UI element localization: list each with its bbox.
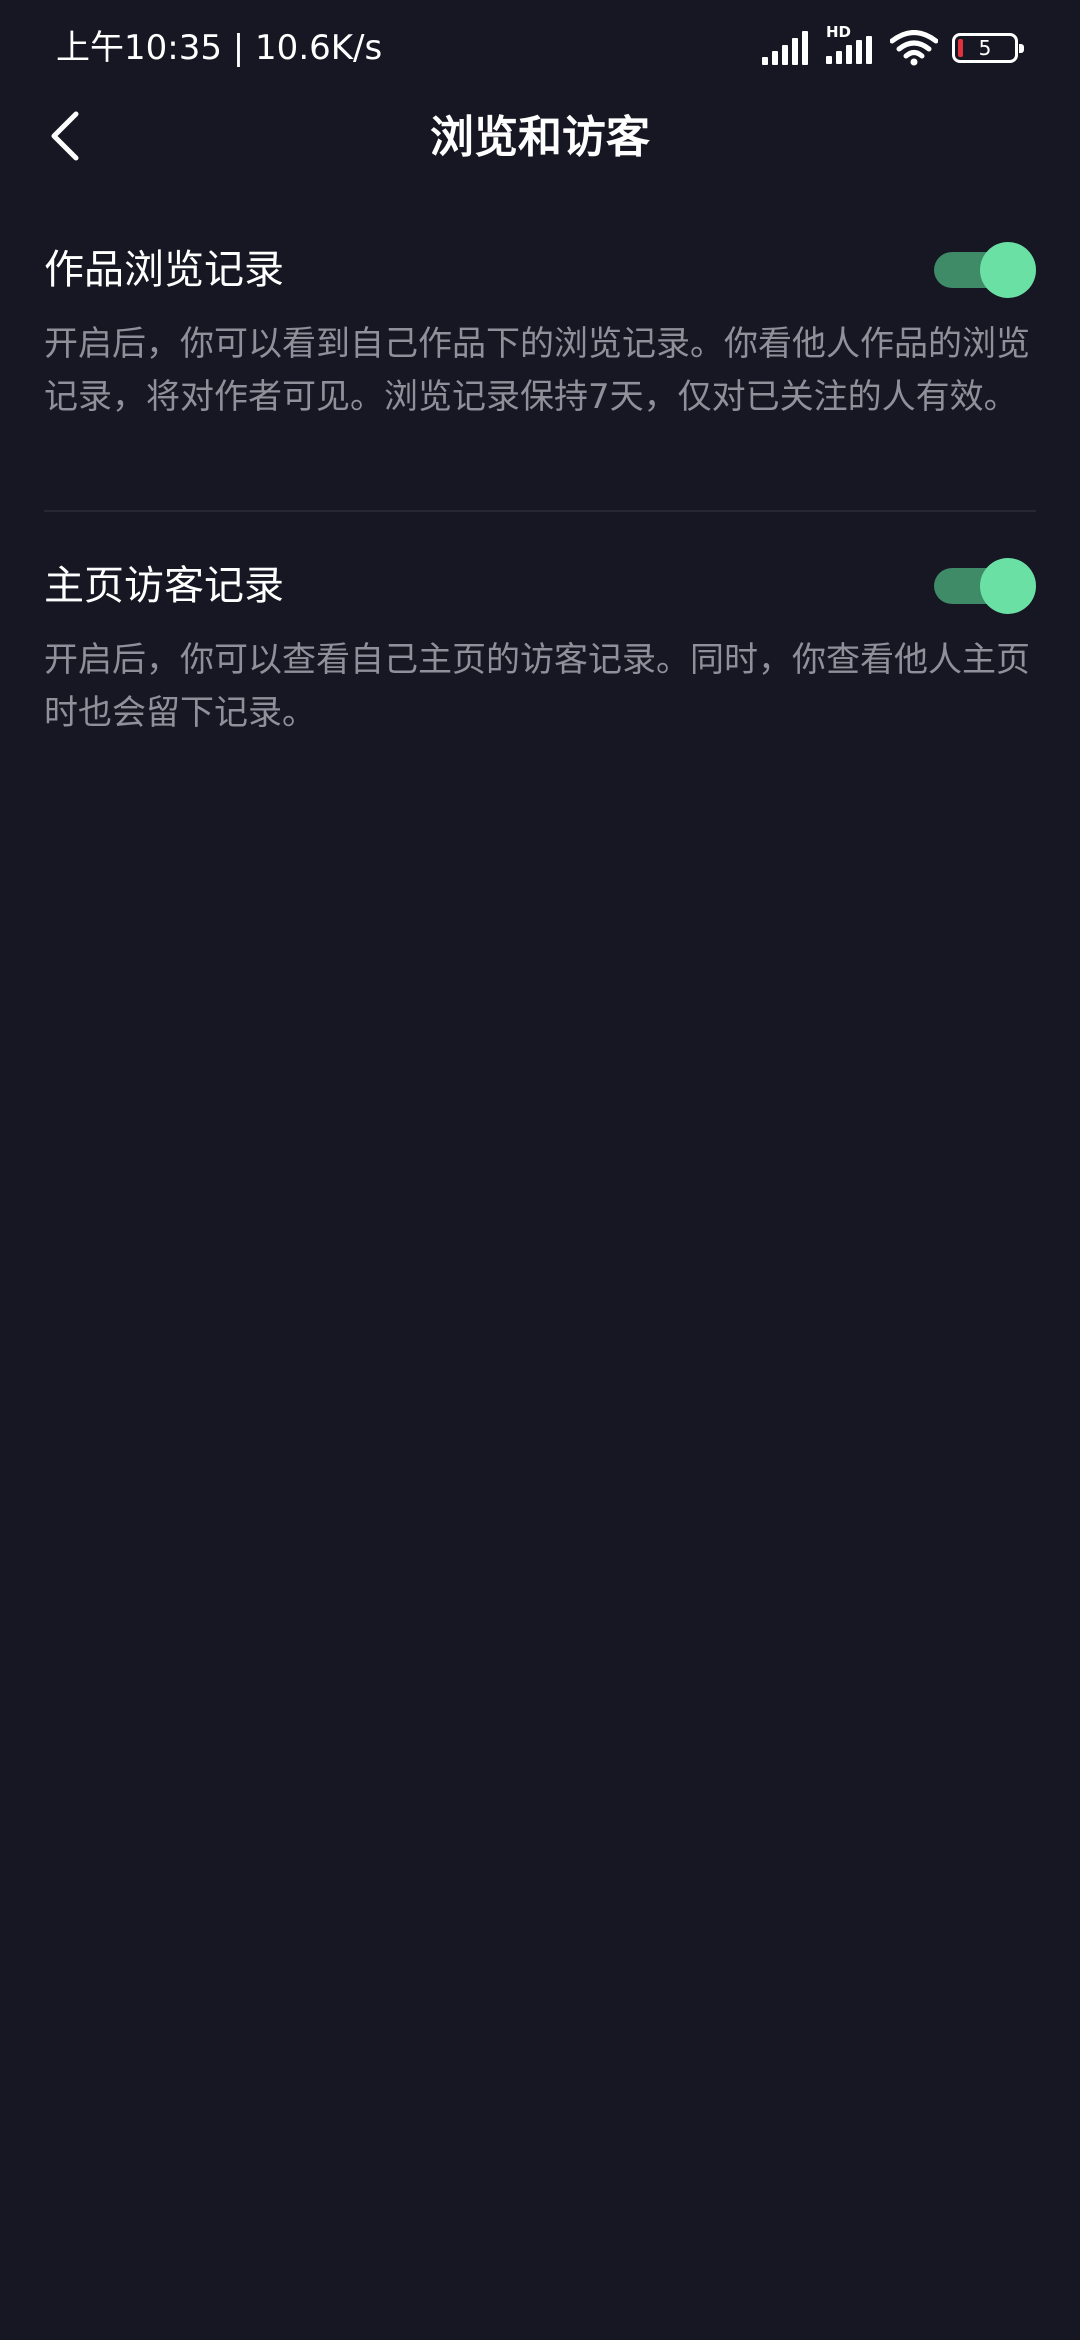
- status-time-speed: 上午10:35 | 10.6K/s: [56, 28, 383, 68]
- setting-work-view-history: 作品浏览记录 开启后，你可以看到自己作品下的浏览记录。你看他人作品的浏览记录，将…: [44, 238, 1036, 424]
- setting-row: 作品浏览记录: [44, 238, 1036, 302]
- setting-description: 开启后，你可以看到自己作品下的浏览记录。你看他人作品的浏览记录，将对作者可见。浏…: [44, 324, 1030, 417]
- setting-title: 主页访客记录: [44, 563, 284, 609]
- profile-visitor-history-toggle[interactable]: [934, 556, 1036, 614]
- setting-title: 作品浏览记录: [44, 247, 284, 293]
- setting-description: 开启后，你可以查看自己主页的访客记录。同时，你查看他人主页时也会留下记录。: [44, 640, 1030, 733]
- signal-icon: [762, 31, 812, 65]
- status-icons: HD 5: [762, 24, 1024, 70]
- toggle-knob: [980, 242, 1036, 298]
- screen: 上午10:35 | 10.6K/s HD 5 浏览和访客 作品浏览记录 开启后，…: [0, 0, 1080, 2340]
- battery-icon: 5: [952, 33, 1024, 63]
- battery-level: 5: [978, 36, 992, 60]
- setting-profile-visitor-history: 主页访客记录 开启后，你可以查看自己主页的访客记录。同时，你查看他人主页时也会留…: [44, 554, 1036, 740]
- divider: [44, 510, 1036, 512]
- hd-signal-icon: HD: [826, 24, 876, 68]
- wifi-icon: [890, 30, 938, 66]
- status-bar: 上午10:35 | 10.6K/s HD 5: [0, 0, 1080, 100]
- toggle-knob: [980, 558, 1036, 614]
- work-view-history-toggle[interactable]: [934, 240, 1036, 298]
- setting-row: 主页访客记录: [44, 554, 1036, 618]
- header: 浏览和访客: [0, 96, 1080, 180]
- page-title: 浏览和访客: [430, 112, 650, 163]
